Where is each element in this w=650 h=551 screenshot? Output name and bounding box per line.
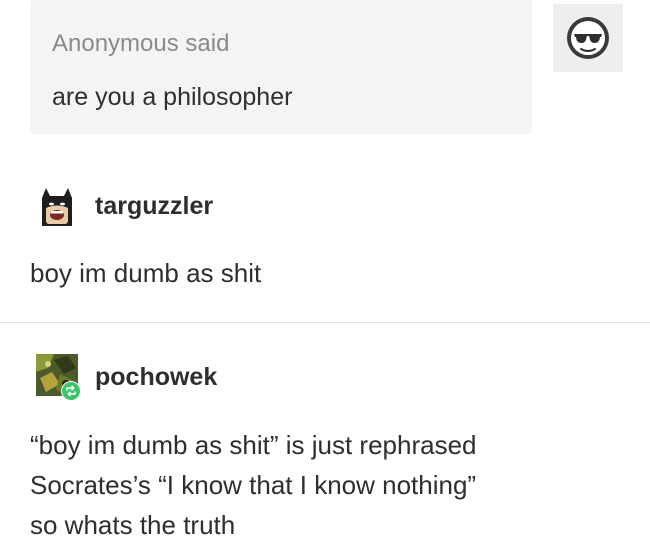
post-body-line: “boy im dumb as shit” is just rephrased	[30, 430, 477, 460]
ask-asker-label: Anonymous said	[52, 30, 230, 57]
post-body-line: Socrates’s “I know that I know nothing”	[30, 470, 477, 500]
divider	[0, 322, 650, 323]
batman-avatar-icon[interactable]	[36, 184, 78, 226]
sunglasses-face-icon[interactable]	[566, 16, 610, 60]
ask-question: are you a philosopher	[52, 83, 293, 111]
post-username[interactable]: targuzzler	[95, 192, 213, 221]
post-body-line: so whats the truth	[30, 510, 236, 540]
ask-box: Anonymous said are you a philosopher	[30, 0, 532, 134]
post-body-line: boy im dumb as shit	[30, 258, 262, 288]
post-username[interactable]: pochowek	[95, 363, 217, 392]
reblog-icon	[61, 381, 81, 401]
ask-avatar-frame	[553, 4, 623, 72]
